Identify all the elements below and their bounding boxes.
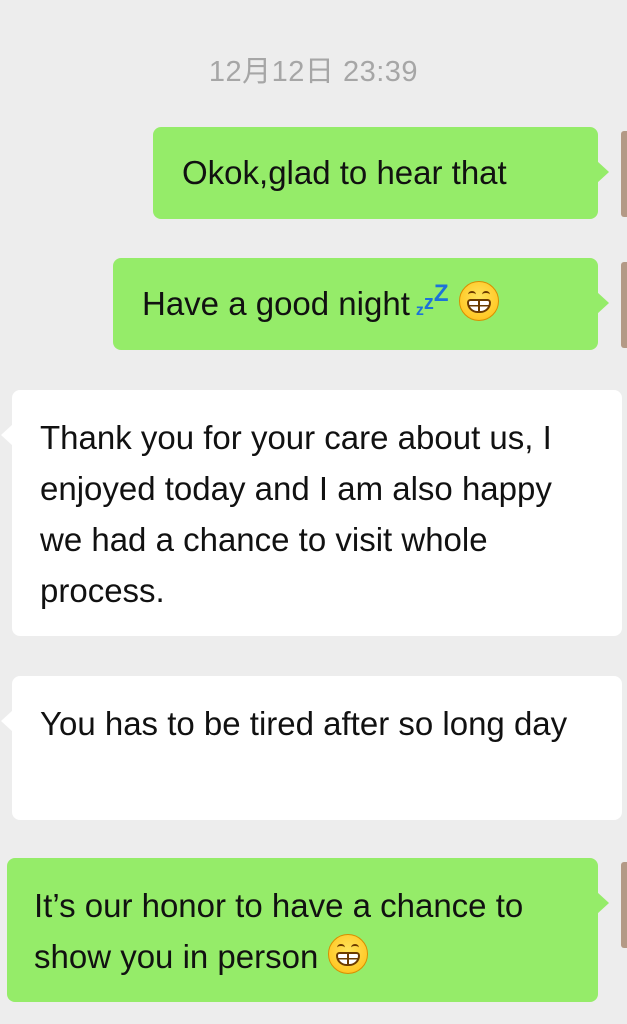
my-avatar[interactable] [621,131,627,217]
grinning-face-icon [328,934,369,974]
received-message-bubble[interactable]: You has to be tired after so long day [1,676,622,820]
message-text: Have a good night [142,285,410,322]
message-text: Thank you for your care about us, I enjo… [40,419,552,609]
message-text: You has to be tired after so long day [40,705,568,742]
received-message-bubble[interactable]: Thank you for your care about us, I enjo… [1,390,622,636]
sent-message-bubble[interactable]: Have a good night zzZ [113,258,609,350]
my-avatar[interactable] [621,862,627,948]
message-timestamp: 12月12日 23:39 [208,56,419,88]
sent-message-bubble[interactable]: Okok,glad to hear that [153,127,609,219]
my-avatar[interactable] [621,262,627,348]
zzz-icon: zzZ [415,280,449,319]
grinning-face-icon [458,281,499,321]
message-text: Okok,glad to hear that [182,154,507,191]
sent-message-bubble[interactable]: It’s our honor to have a chance to show … [7,858,609,1002]
message-text: It’s our honor to have a chance to show … [34,887,524,975]
